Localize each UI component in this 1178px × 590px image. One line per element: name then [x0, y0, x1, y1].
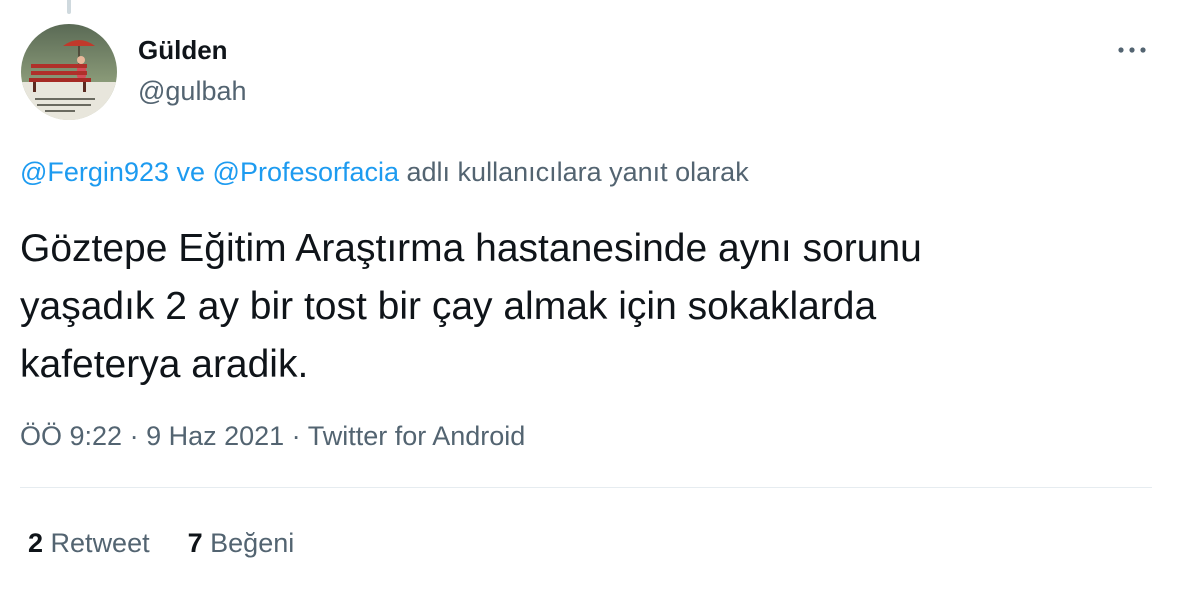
more-options-button[interactable] — [1112, 30, 1152, 70]
more-horizontal-icon — [1118, 47, 1146, 53]
avatar[interactable] — [21, 24, 117, 120]
reply-context: @Fergin923 ve @Profesorfacia adlı kullan… — [20, 154, 749, 190]
reply-context-suffix: adlı kullanıcılara yanıt olarak — [399, 157, 749, 187]
likes-count: 7 — [187, 528, 203, 558]
tweet-date: 9 Haz 2021 — [146, 421, 285, 451]
likes-label: Beğeni — [210, 528, 295, 558]
mention-connector: ve — [169, 157, 213, 187]
retweets-stat[interactable]: 2 Retweet — [28, 525, 150, 561]
author-handle[interactable]: @gulbah — [138, 74, 247, 108]
engagement-stats: 2 Retweet 7 Beğeni — [28, 525, 294, 561]
tweet-metadata: ÖÖ 9:22 · 9 Haz 2021 · Twitter for Andro… — [20, 418, 525, 454]
meta-separator: · — [284, 421, 308, 451]
thread-connector-line — [67, 0, 71, 14]
tweet-time: ÖÖ 9:22 — [20, 421, 123, 451]
divider — [20, 487, 1152, 488]
mention-link[interactable]: @Fergin923 — [20, 157, 169, 187]
tweet-timestamp-link[interactable]: ÖÖ 9:22 · 9 Haz 2021 — [20, 421, 284, 451]
tweet-source-link[interactable]: Twitter for Android — [308, 421, 526, 451]
mention-link[interactable]: @Profesorfacia — [213, 157, 399, 187]
author-name[interactable]: Gülden — [138, 34, 228, 66]
likes-stat[interactable]: 7 Beğeni — [188, 525, 295, 561]
retweets-label: Retweet — [50, 528, 150, 558]
avatar-image — [21, 24, 117, 120]
meta-separator: · — [122, 421, 147, 451]
retweets-count: 2 — [28, 528, 44, 558]
tweet-text: Göztepe Eğitim Araştırma hastanesinde ay… — [20, 227, 922, 386]
